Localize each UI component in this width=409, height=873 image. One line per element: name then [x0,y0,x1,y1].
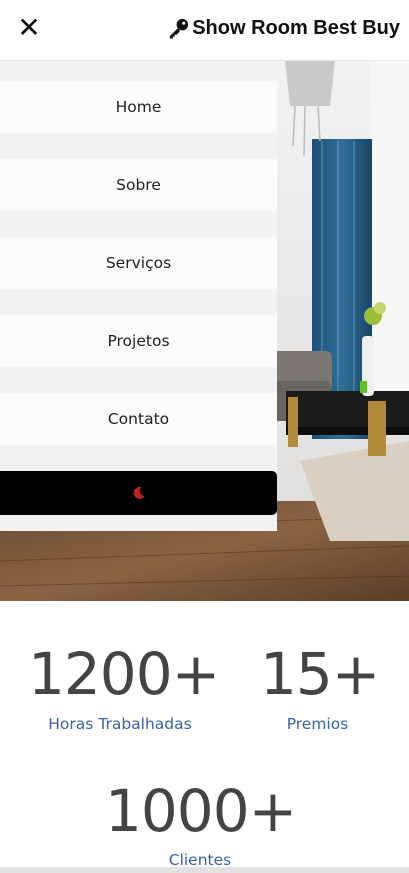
menu-item-sobre[interactable]: Sobre [0,159,277,211]
moon-icon [133,486,145,499]
brand-name: Show Room Best Buy [192,16,400,39]
menu-item-label: Projetos [107,332,170,350]
bottom-scroll-edge [0,867,409,873]
brand-logo-link[interactable]: Show Room Best Buy [167,14,400,42]
side-menu: Home Sobre Serviços Projetos Contato [0,61,277,531]
stat-clients-value: 1000+ [105,777,297,845]
stat-hours-label: Horas Trabalhadas [48,715,192,733]
menu-item-servicos[interactable]: Serviços [0,237,277,289]
menu-item-label: Serviços [105,254,172,272]
top-header: ✕ Show Room Best Buy [0,0,409,61]
stat-hours-value: 1200+ [28,640,220,708]
menu-item-label: Home [115,98,162,116]
menu-item-home[interactable]: Home [0,81,277,133]
stat-awards-label: Premios [286,715,349,733]
stat-awards-value: 15+ [260,640,380,708]
menu-item-contato[interactable]: Contato [0,393,277,445]
menu-item-label: Sobre [116,176,161,194]
menu-item-label: Contato [107,410,170,428]
key-icon [170,18,189,39]
menu-item-projetos[interactable]: Projetos [0,315,277,367]
theme-toggle-button[interactable] [0,471,277,515]
close-menu-button[interactable]: ✕ [14,12,44,44]
close-icon: ✕ [17,11,41,44]
